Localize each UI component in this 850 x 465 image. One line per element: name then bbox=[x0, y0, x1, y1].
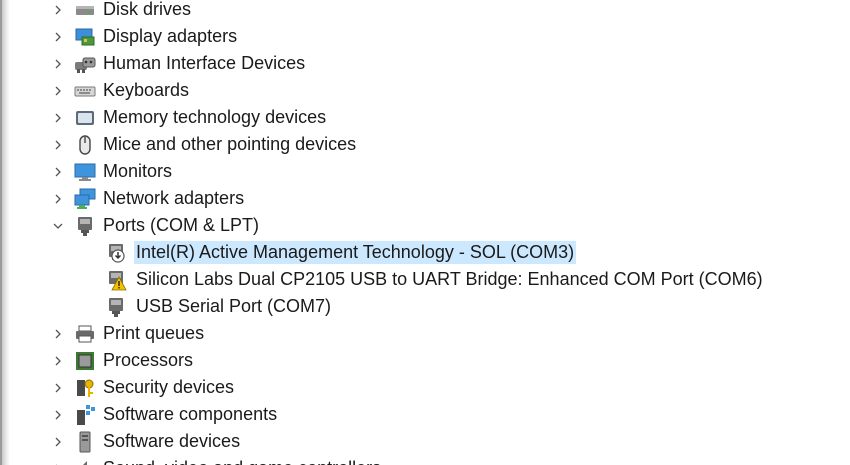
device-manager-window: Disk drives Display adapters Human Inter… bbox=[0, 0, 850, 465]
chevron-right-icon[interactable] bbox=[48, 162, 68, 182]
chevron-right-icon[interactable] bbox=[48, 324, 68, 344]
tree-item-human-interface-devices[interactable]: Human Interface Devices bbox=[0, 50, 850, 77]
tree-item-label: Sound, video and game controllers bbox=[101, 457, 383, 465]
mouse-icon bbox=[73, 133, 97, 157]
tree-item-mice[interactable]: Mice and other pointing devices bbox=[0, 131, 850, 158]
port-download-icon bbox=[104, 241, 128, 265]
software-component-icon bbox=[73, 403, 97, 427]
tree-item-ports[interactable]: Ports (COM & LPT) bbox=[0, 212, 850, 239]
sound-icon bbox=[73, 457, 97, 465]
network-adapter-icon bbox=[73, 187, 97, 211]
tree-item-label: Network adapters bbox=[103, 188, 245, 208]
tree-item-software-devices[interactable]: Software devices bbox=[0, 428, 850, 455]
display-adapter-icon bbox=[73, 25, 97, 49]
chevron-right-icon[interactable] bbox=[48, 108, 68, 128]
tree-item-label: Human Interface Devices bbox=[103, 53, 306, 73]
chevron-right-icon[interactable] bbox=[48, 378, 68, 398]
tree-item-label: Software devices bbox=[103, 431, 241, 451]
tree-item-display-adapters[interactable]: Display adapters bbox=[0, 23, 850, 50]
printer-icon bbox=[73, 322, 97, 346]
chevron-right-icon[interactable] bbox=[48, 432, 68, 452]
chevron-right-icon[interactable] bbox=[48, 54, 68, 74]
tree-item-security-devices[interactable]: Security devices bbox=[0, 374, 850, 401]
tree-item-label: Monitors bbox=[103, 161, 173, 181]
hid-icon bbox=[73, 52, 97, 76]
tree-child-item-com6[interactable]: Silicon Labs Dual CP2105 USB to UART Bri… bbox=[0, 266, 850, 293]
disk-drive-icon bbox=[73, 0, 97, 22]
tree-child-item-com3[interactable]: Intel(R) Active Management Technology - … bbox=[0, 239, 850, 266]
tree-child-item-com7[interactable]: USB Serial Port (COM7) bbox=[0, 293, 850, 320]
processor-icon bbox=[73, 349, 97, 373]
tree-item-label: Ports (COM & LPT) bbox=[103, 215, 260, 235]
tree-item-label: Silicon Labs Dual CP2105 USB to UART Bri… bbox=[136, 269, 763, 289]
tree-item-print-queues[interactable]: Print queues bbox=[0, 320, 850, 347]
port-icon bbox=[104, 295, 128, 319]
chevron-down-icon[interactable] bbox=[48, 216, 68, 236]
tree-item-network-adapters[interactable]: Network adapters bbox=[0, 185, 850, 212]
tree-item-label: Software components bbox=[103, 404, 278, 424]
tree-item-label: Intel(R) Active Management Technology - … bbox=[134, 241, 577, 264]
tree-item-monitors[interactable]: Monitors bbox=[0, 158, 850, 185]
chevron-right-icon[interactable] bbox=[48, 27, 68, 47]
tree-item-label: Processors bbox=[103, 350, 194, 370]
tree-item-label: Mice and other pointing devices bbox=[103, 134, 357, 154]
monitor-icon bbox=[73, 160, 97, 184]
tree-item-label: Display adapters bbox=[103, 26, 238, 46]
device-tree: Disk drives Display adapters Human Inter… bbox=[0, 0, 850, 465]
chevron-right-icon[interactable] bbox=[48, 81, 68, 101]
port-warning-icon bbox=[104, 268, 128, 292]
tree-item-label: Security devices bbox=[103, 377, 235, 397]
chevron-right-icon[interactable] bbox=[48, 135, 68, 155]
port-icon bbox=[73, 214, 97, 238]
software-device-icon bbox=[73, 430, 97, 454]
tree-item-label: Memory technology devices bbox=[103, 107, 327, 127]
keyboard-icon bbox=[73, 79, 97, 103]
tree-item-label: Keyboards bbox=[103, 80, 190, 100]
tree-item-processors[interactable]: Processors bbox=[0, 347, 850, 374]
security-device-icon bbox=[73, 376, 97, 400]
chevron-right-icon[interactable] bbox=[48, 0, 68, 20]
tree-item-software-components[interactable]: Software components bbox=[0, 401, 850, 428]
tree-item-disk-drives[interactable]: Disk drives bbox=[0, 0, 850, 23]
chevron-right-icon[interactable] bbox=[48, 189, 68, 209]
tree-item-label: USB Serial Port (COM7) bbox=[136, 296, 332, 316]
tree-item-label: Disk drives bbox=[103, 0, 192, 19]
tree-item-sound-video-game-controllers[interactable]: Sound, video and game controllers bbox=[0, 455, 850, 465]
tree-item-memory-technology-devices[interactable]: Memory technology devices bbox=[0, 104, 850, 131]
memory-device-icon bbox=[73, 106, 97, 130]
chevron-right-icon[interactable] bbox=[48, 459, 68, 465]
chevron-right-icon[interactable] bbox=[48, 351, 68, 371]
tree-item-keyboards[interactable]: Keyboards bbox=[0, 77, 850, 104]
tree-item-label: Print queues bbox=[103, 323, 205, 343]
chevron-right-icon[interactable] bbox=[48, 405, 68, 425]
